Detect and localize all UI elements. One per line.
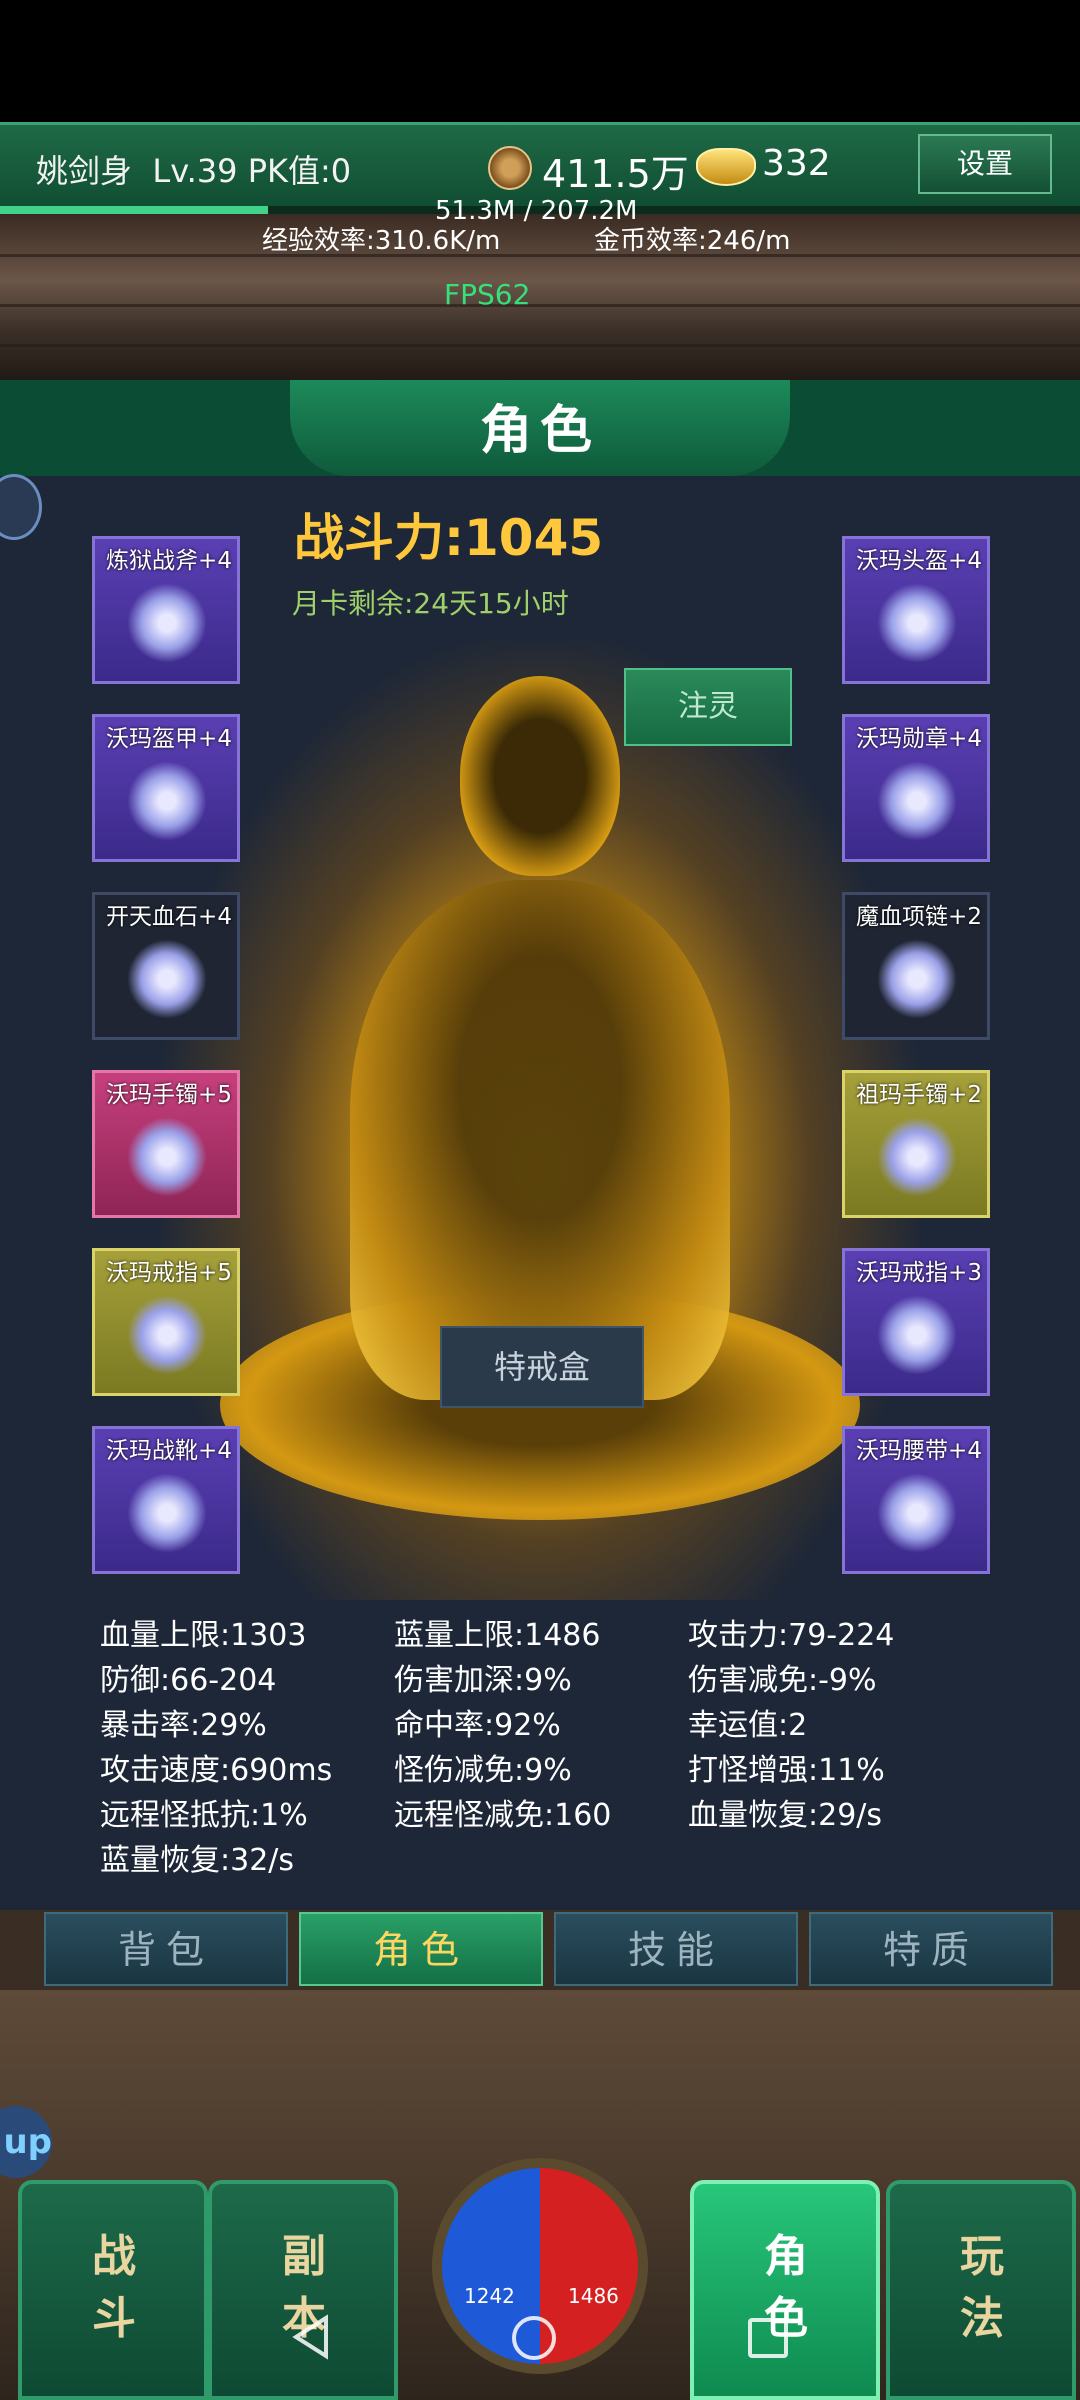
equipment-label: 沃玛戒指+3 (856, 1260, 982, 1286)
medal-icon (877, 761, 957, 841)
equipment-slot-left-3[interactable]: 沃玛手镯+5 (92, 1070, 240, 1218)
nav-label-top: 副 (282, 2231, 326, 2282)
player-name: 姚剑身 (36, 152, 133, 190)
back-icon[interactable] (286, 2312, 336, 2362)
equipment-slot-left-2[interactable]: 开天血石+4 (92, 892, 240, 1040)
coin-icon (488, 146, 532, 190)
tab-3[interactable]: 特质 (809, 1912, 1053, 1986)
nav-button-2[interactable]: 角色 (690, 2180, 880, 2400)
character-body (350, 880, 730, 1400)
equipment-label: 沃玛勋章+4 (856, 726, 982, 752)
mp-value: 1486 (568, 2284, 619, 2308)
stat-value: 攻击力:79-224 (688, 1618, 895, 1653)
equipment-slot-right-0[interactable]: 沃玛头盔+4 (842, 536, 990, 684)
nav-label-top: 战 (92, 2231, 136, 2282)
hp-value: 1242 (464, 2284, 515, 2308)
stat-value: 伤害加深:9% (394, 1663, 572, 1698)
equipment-label: 沃玛腰带+4 (856, 1438, 982, 1464)
nav-button-1[interactable]: 副本 (208, 2180, 398, 2400)
month-card-remaining: 月卡剩余:24天15小时 (292, 587, 569, 620)
stat-value: 伤害减免:-9% (688, 1663, 877, 1698)
coin-amount: 411.5万 (542, 152, 689, 196)
stat-value: 远程怪抵抗:1% (100, 1798, 308, 1833)
tab-0[interactable]: 背包 (44, 1912, 288, 1986)
nav-label-top: 玩 (960, 2231, 1004, 2282)
bracelet-icon (877, 1117, 957, 1197)
stat-value: 命中率:92% (394, 1708, 561, 1743)
equipment-label: 沃玛战靴+4 (106, 1438, 232, 1464)
equipment-slot-right-1[interactable]: 沃玛勋章+4 (842, 714, 990, 862)
equipment-label: 祖玛手镯+2 (856, 1082, 982, 1108)
belt-icon (877, 1473, 957, 1553)
nav-button-0[interactable]: 战斗 (18, 2180, 208, 2400)
nav-label-bottom: 斗 (92, 2293, 136, 2344)
stat-value: 远程怪减免:160 (394, 1798, 612, 1833)
bracelet-icon (127, 1117, 207, 1197)
armor-icon (127, 761, 207, 841)
home-icon[interactable] (512, 2316, 556, 2360)
ring-icon (127, 1295, 207, 1375)
equipment-label: 沃玛盔甲+4 (106, 726, 232, 752)
game-scene-background (0, 214, 1080, 380)
stat-value: 幸运值:2 (688, 1708, 808, 1743)
equipment-slot-right-5[interactable]: 沃玛腰带+4 (842, 1426, 990, 1574)
tab-2[interactable]: 技能 (554, 1912, 798, 1986)
equipment-label: 沃玛戒指+5 (106, 1260, 232, 1286)
exp-efficiency: 经验效率:310.6K/m (262, 226, 501, 256)
stat-value: 蓝量恢复:32/s (100, 1843, 295, 1878)
top-black-bar (0, 0, 1080, 122)
infuse-button[interactable]: 注灵 (624, 668, 792, 746)
stone-icon (127, 939, 207, 1019)
settings-button[interactable]: 设置 (918, 134, 1052, 194)
stat-value: 血量恢复:29/s (688, 1798, 883, 1833)
nav-label-top: 角 (764, 2231, 808, 2282)
character-head (460, 676, 620, 876)
equipment-slot-right-3[interactable]: 祖玛手镯+2 (842, 1070, 990, 1218)
gold-ingot-icon (696, 148, 756, 186)
necklace-icon (877, 939, 957, 1019)
gold-efficiency: 金币效率:246/m (594, 226, 791, 256)
up-button[interactable]: up (0, 2106, 52, 2178)
helmet-icon (877, 583, 957, 663)
player-info: 姚剑身 Lv.39 PK值:0 (36, 146, 351, 192)
stat-value: 血量上限:1303 (100, 1618, 307, 1653)
ring-icon (877, 1295, 957, 1375)
exp-bar-fill (0, 206, 268, 214)
stat-value: 防御:66-204 (100, 1663, 277, 1698)
equipment-label: 魔血项链+2 (856, 904, 982, 930)
equipment-slot-right-4[interactable]: 沃玛戒指+3 (842, 1248, 990, 1396)
axe-icon (127, 583, 207, 663)
boots-icon (127, 1473, 207, 1553)
nav-button-3[interactable]: 玩法 (886, 2180, 1076, 2400)
ingot-amount: 332 (762, 143, 831, 184)
stat-value: 攻击速度:690ms (100, 1753, 333, 1788)
stat-value: 打怪增强:11% (688, 1753, 885, 1788)
ring-box-button[interactable]: 特戒盒 (440, 1326, 644, 1408)
combat-power: 战斗力:1045 (294, 509, 604, 567)
recent-apps-icon[interactable] (748, 2318, 788, 2358)
equipment-slot-right-2[interactable]: 魔血项链+2 (842, 892, 990, 1040)
equipment-label: 开天血石+4 (106, 904, 232, 930)
equipment-slot-left-0[interactable]: 炼狱战斧+4 (92, 536, 240, 684)
equipment-label: 沃玛头盔+4 (856, 548, 982, 574)
stat-value: 蓝量上限:1486 (394, 1618, 601, 1653)
equipment-label: 沃玛手镯+5 (106, 1082, 232, 1108)
nav-label-bottom: 法 (960, 2293, 1004, 2344)
player-level: Lv.39 (152, 152, 238, 190)
equipment-label: 炼狱战斧+4 (106, 548, 232, 574)
equipment-slot-left-4[interactable]: 沃玛戒指+5 (92, 1248, 240, 1396)
stat-value: 怪伤减免:9% (394, 1753, 572, 1788)
equipment-slot-left-1[interactable]: 沃玛盔甲+4 (92, 714, 240, 862)
pk-value: PK值:0 (247, 152, 352, 190)
stat-value: 暴击率:29% (100, 1708, 267, 1743)
fps-counter: FPS62 (444, 278, 531, 311)
page-title: 角色 (479, 401, 600, 461)
tab-1[interactable]: 角色 (299, 1912, 543, 1986)
equipment-slot-left-5[interactable]: 沃玛战靴+4 (92, 1426, 240, 1574)
